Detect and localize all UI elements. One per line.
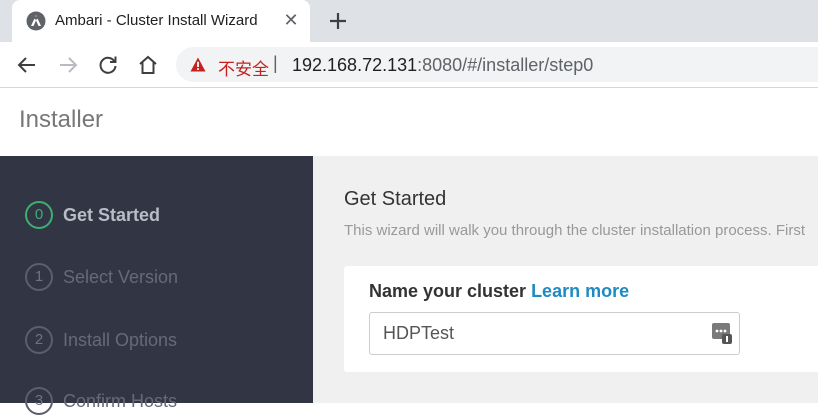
wizard-step-install-options[interactable]: 2 Install Options [25,326,305,354]
url-separator: | [273,53,278,73]
url-text[interactable]: 192.168.72.131:8080/#/installer/step0 [292,55,593,76]
wizard-sidebar: 0 Get Started 1 Select Version 2 Install… [0,156,313,415]
address-bar[interactable]: 不安全 | 192.168.72.131:8080/#/installer/st… [176,47,818,82]
main-content: Get Started This wizard will walk you th… [313,156,818,403]
cluster-name-input[interactable] [369,312,740,355]
wizard-step-confirm-hosts[interactable]: 3 Confirm Hosts [25,387,305,415]
wizard-step-get-started[interactable]: 0 Get Started [25,201,305,229]
close-tab-icon[interactable]: ✕ [280,9,302,31]
cluster-name-label: Name your cluster Learn more [369,281,629,302]
step-number: 0 [25,201,53,229]
not-secure-label[interactable]: 不安全 [218,55,269,80]
browser-tab[interactable]: Ambari - Cluster Install Wizard ✕ [12,0,310,42]
step-number: 1 [25,263,53,291]
url-host: 192.168.72.131 [292,55,418,75]
new-tab-icon[interactable] [326,9,350,33]
cluster-name-label-text: Name your cluster [369,281,527,301]
section-description: This wizard will walk you through the cl… [344,222,806,239]
app-header: Installer [0,89,818,156]
back-icon[interactable] [15,53,39,77]
cluster-name-panel: Name your cluster Learn more [344,266,818,372]
step-label: Confirm Hosts [63,391,178,411]
page-title: Installer [19,106,104,133]
browser-tab-strip: Ambari - Cluster Install Wizard ✕ [0,0,818,42]
step-label: Select Version [63,267,179,287]
step-label: Get Started [63,205,161,225]
warning-icon [190,57,206,72]
browser-toolbar: 不安全 | 192.168.72.131:8080/#/installer/st… [0,42,818,88]
wizard-step-select-version[interactable]: 1 Select Version [25,263,305,291]
ambari-logo-icon [26,11,46,31]
reload-icon[interactable] [96,53,120,77]
tab-title: Ambari - Cluster Install Wizard [55,12,258,29]
forward-icon[interactable] [56,53,80,77]
section-title: Get Started [344,188,447,210]
url-path: :8080/#/installer/step0 [417,55,594,75]
password-manager-icon[interactable] [711,321,733,345]
step-number: 2 [25,326,53,354]
home-icon[interactable] [136,53,160,77]
step-number: 3 [25,387,53,415]
step-label: Install Options [63,330,178,350]
learn-more-link[interactable]: Learn more [531,281,629,301]
